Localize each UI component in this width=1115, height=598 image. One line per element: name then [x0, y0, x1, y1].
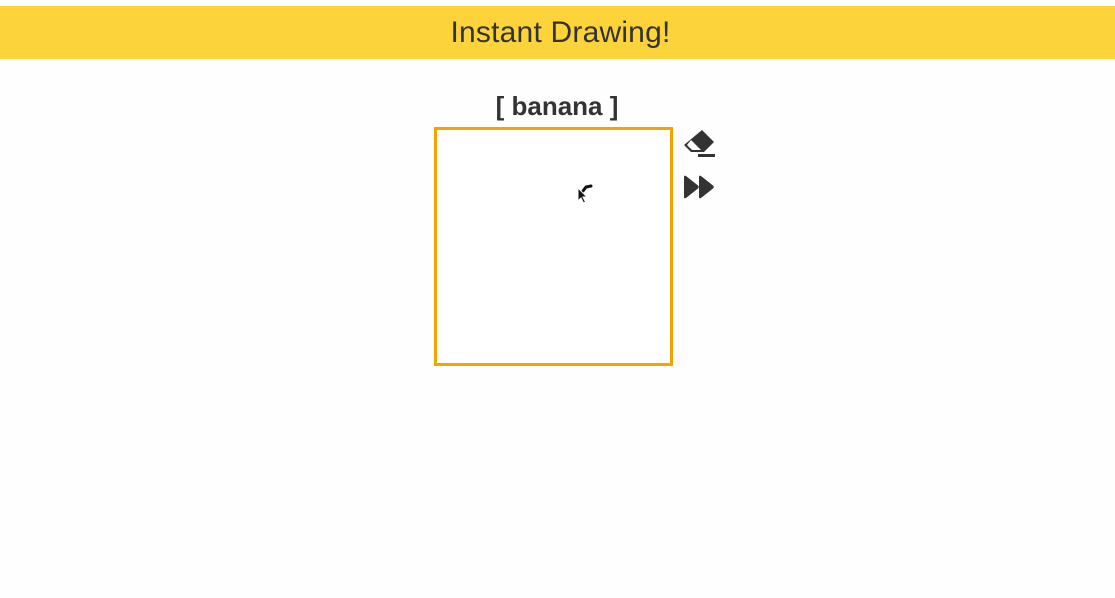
clear-canvas-button[interactable]: [682, 127, 716, 159]
app-title: Instant Drawing!: [450, 15, 671, 49]
app-header: Instant Drawing!: [0, 6, 1115, 59]
drawing-prompt: [ banana ]: [495, 91, 619, 121]
drawn-stroke: [577, 184, 593, 204]
drawing-app: Instant Drawing! [ banana ]: [0, 0, 1115, 598]
eraser-icon: [684, 130, 715, 157]
drawing-canvas[interactable]: [434, 127, 673, 366]
skip-button[interactable]: [682, 171, 716, 203]
fast-forward-icon: [684, 175, 714, 199]
